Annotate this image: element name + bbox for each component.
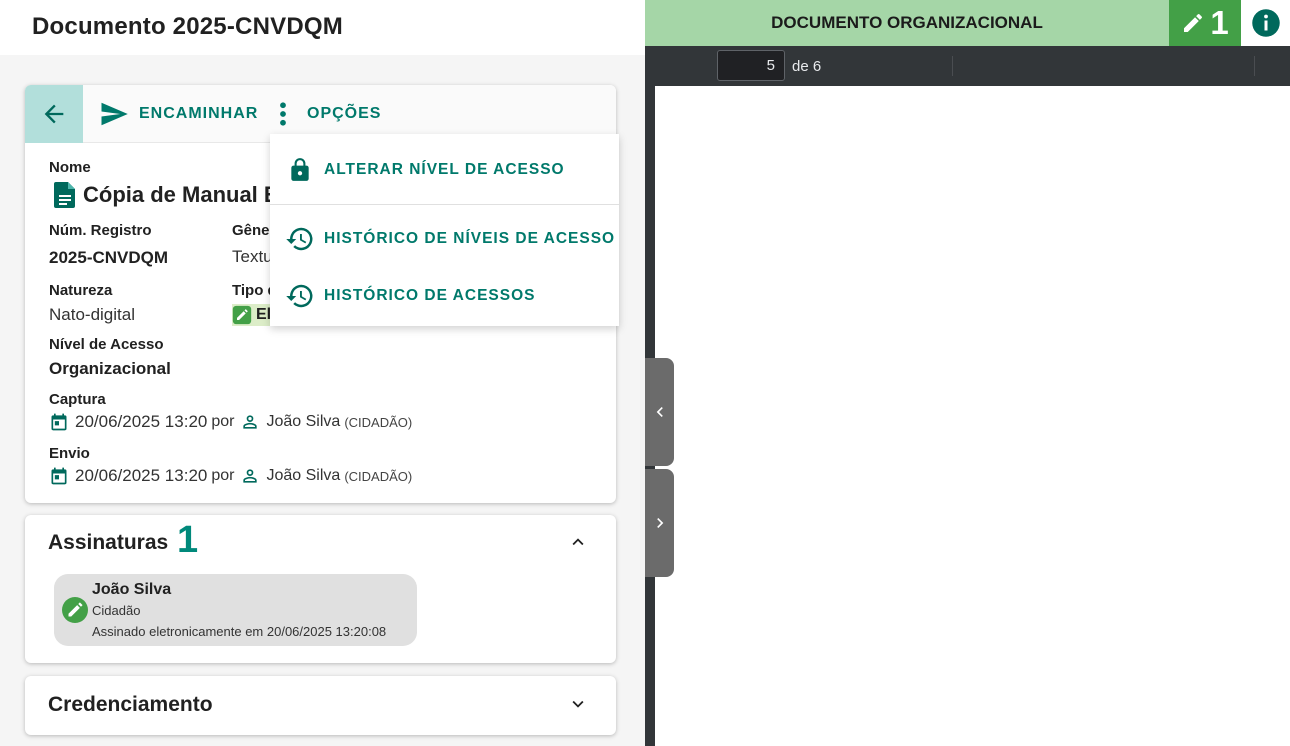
name-label: Nome — [49, 159, 91, 176]
pdf-toolbar: 5 de 6 — [645, 46, 1290, 86]
credenciamento-title: Credenciamento — [48, 693, 213, 716]
signer-name: João Silva — [92, 581, 172, 598]
chevron-right-icon — [656, 518, 663, 528]
document-name-value: Cópia de Manual E- — [83, 182, 286, 207]
chevron-down-icon[interactable] — [567, 691, 589, 717]
document-name: Cópia de Manual E- — [53, 181, 286, 209]
captura-user: João Silva — [266, 413, 341, 430]
toolbar-divider — [952, 56, 953, 76]
menu-item-change-access-level[interactable]: ALTERAR NÍVEL DE ACESSO — [270, 150, 619, 190]
menu-item-label: HISTÓRICO DE ACESSOS — [324, 287, 536, 304]
signed-pen-icon — [232, 305, 252, 325]
captura-role: (CIDADÃO) — [344, 414, 413, 430]
more-vert-icon — [280, 102, 286, 126]
document-viewer-pane: DOCUMENTO ORGANIZACIONAL 1 5 de 6 — [645, 0, 1290, 746]
chevron-left-icon — [656, 407, 663, 417]
genero-label: Gêner — [232, 222, 276, 239]
page-header: Documento 2025-CNVDQM — [0, 0, 645, 55]
document-icon — [54, 182, 75, 208]
captura-by: por — [211, 413, 235, 430]
tipo-value: El — [256, 306, 272, 323]
signature-chip[interactable]: João Silva Cidadão Assinado eletronicame… — [54, 574, 417, 646]
menu-item-label: ALTERAR NÍVEL DE ACESSO — [324, 161, 565, 178]
signatures-title: Assinaturas — [48, 531, 169, 554]
signed-pen-icon — [62, 597, 88, 623]
signatures-count: 1 — [177, 519, 199, 561]
acesso-value: Organizacional — [49, 359, 171, 378]
registro-value: 2025-CNVDQM — [49, 248, 169, 267]
envio-row: 20/06/2025 13:20 por João Silva (CIDADÃO… — [49, 466, 412, 486]
send-icon — [101, 102, 128, 126]
genero-value: Textu — [232, 247, 273, 266]
pencil-icon — [1184, 13, 1203, 33]
history-icon — [286, 227, 313, 251]
envio-by: por — [211, 467, 235, 484]
calendar-icon — [51, 413, 67, 431]
forward-button[interactable]: ENCAMINHAR — [99, 85, 258, 143]
captura-date: 20/06/2025 13:20 — [75, 412, 208, 431]
options-label: OPÇÕES — [307, 105, 382, 122]
menu-item-label: HISTÓRICO DE NÍVEIS DE ACESSO — [324, 230, 616, 247]
registro-label: Núm. Registro — [49, 222, 152, 239]
back-button[interactable] — [25, 85, 83, 143]
menu-item-access-level-history[interactable]: HISTÓRICO DE NÍVEIS DE ACESSO — [270, 219, 619, 259]
lock-icon — [291, 158, 309, 181]
next-page-button[interactable] — [645, 469, 674, 577]
viewer-header: DOCUMENTO ORGANIZACIONAL 1 — [645, 0, 1290, 46]
envio-user: João Silva — [266, 467, 341, 484]
menu-divider — [270, 204, 619, 205]
pdf-page-canvas[interactable] — [655, 86, 1290, 746]
history-icon — [286, 284, 313, 308]
info-button[interactable] — [1241, 0, 1290, 46]
signature-count: 1 — [1210, 4, 1229, 41]
signature-detail: Assinado eletronicamente em 20/06/2025 1… — [92, 624, 387, 639]
page-number-input[interactable]: 5 — [717, 50, 785, 81]
options-dropdown-menu: ALTERAR NÍVEL DE ACESSO HISTÓRICO DE NÍV… — [270, 134, 619, 326]
captura-label: Captura — [49, 391, 106, 408]
viewer-title: DOCUMENTO ORGANIZACIONAL — [771, 13, 1043, 32]
captura-row: 20/06/2025 13:20 por João Silva (CIDADÃO… — [49, 412, 412, 432]
tipo-value-badge: El — [232, 304, 276, 326]
menu-item-access-history[interactable]: HISTÓRICO DE ACESSOS — [270, 276, 619, 316]
credenciamento-card[interactable]: Credenciamento — [25, 676, 616, 735]
acesso-label: Nível de Acesso — [49, 336, 164, 353]
envio-date: 20/06/2025 13:20 — [75, 466, 208, 485]
document-details-pane: Documento 2025-CNVDQM ENCAMINHAR OPÇÕES … — [0, 0, 645, 746]
toolbar-divider — [1254, 56, 1255, 76]
natureza-label: Natureza — [49, 282, 113, 299]
arrow-left-icon — [44, 104, 64, 124]
calendar-icon — [51, 467, 67, 485]
signer-role: Cidadão — [92, 603, 141, 618]
page-count: de 6 — [792, 58, 822, 75]
info-icon — [1251, 9, 1280, 37]
page-title: Documento 2025-CNVDQM — [32, 13, 343, 40]
chevron-up-icon[interactable] — [567, 529, 589, 555]
envio-role: (CIDADÃO) — [344, 468, 413, 484]
person-icon — [243, 415, 258, 429]
previous-page-button[interactable] — [645, 358, 674, 466]
signatures-card: Assinaturas 1 João Silva Cidadão Assinad… — [25, 515, 616, 663]
natureza-value: Nato-digital — [49, 305, 135, 324]
forward-label: ENCAMINHAR — [139, 105, 259, 122]
signature-count-badge[interactable]: 1 — [1169, 0, 1241, 46]
envio-label: Envio — [49, 445, 90, 462]
person-icon — [243, 469, 258, 483]
